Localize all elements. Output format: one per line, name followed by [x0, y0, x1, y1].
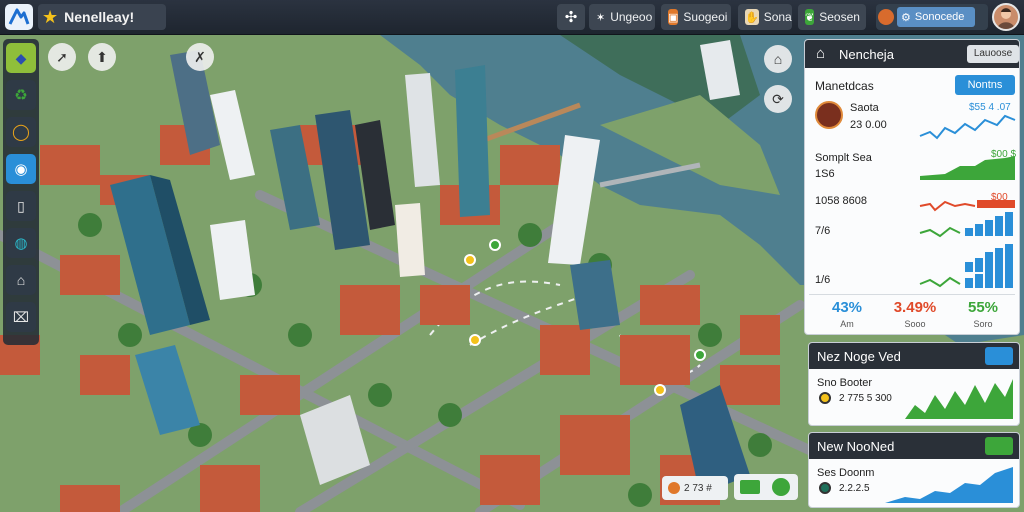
stat-sub: Am [840, 319, 854, 329]
card-pill[interactable] [985, 437, 1013, 455]
stat-sub: Soro [973, 319, 993, 329]
fire-icon [668, 482, 680, 494]
bottom-status-chip[interactable]: 2 73 # [662, 476, 728, 500]
tool-bulldoze[interactable]: ⌧ [6, 302, 36, 332]
zoom-button[interactable]: ⌂ [764, 45, 792, 73]
tool-globe[interactable]: ◉ [6, 154, 36, 184]
compass-icon: ➚ [56, 48, 68, 65]
city-title[interactable]: ★ Nenelleay! [38, 4, 166, 30]
sparkline-area [920, 156, 1015, 180]
stat-sub: Sooo [904, 319, 926, 329]
gear-icon: ⚙ [901, 11, 911, 24]
account-label: Sonocede [914, 11, 965, 23]
crossroads-icon: ✣ [564, 9, 578, 26]
sona-button[interactable]: ✋ Sona [738, 4, 792, 30]
bottom-action-chip[interactable] [734, 474, 798, 500]
tool-water[interactable]: ◍ [6, 228, 36, 258]
water-icon: ◍ [14, 235, 28, 252]
panel-sparklines [919, 114, 1016, 288]
stat-value: 43% [831, 299, 863, 316]
tool-recycle[interactable]: ♻ [6, 80, 36, 110]
zone-icon: ◆ [15, 49, 27, 66]
ring-icon: ◯ [12, 124, 30, 141]
tool-ring[interactable]: ◯ [6, 117, 36, 147]
sona-label: Sona [763, 10, 792, 24]
account-box[interactable]: ⚙ Sonocede [897, 7, 975, 27]
north-button[interactable]: ⬆ [88, 43, 116, 71]
card-title: Nez Noge Ved [817, 349, 901, 364]
tools-button[interactable]: ✗ [186, 43, 214, 71]
account-widget[interactable]: ⚙ Sonocede [876, 4, 988, 30]
wrench-icon: ✗ [194, 48, 206, 65]
location-icon: ⌂ [773, 51, 783, 67]
seosen-button[interactable]: ❦ Seosen [798, 4, 866, 30]
tool-document[interactable]: ▯ [6, 191, 36, 221]
coin-icon [878, 9, 894, 25]
card-value: 2 775 5 300 [839, 393, 892, 404]
arrow-up-icon: ⬆ [96, 48, 108, 65]
bulldoze-icon: ⌧ [12, 308, 30, 325]
card-header: Nez Noge Ved [809, 343, 1019, 369]
top-bar: ★ Nenelleay! ✣ ✶ Ungeoo ▣ Suogeoi ✋ Sona… [0, 0, 1024, 35]
tool-zone[interactable]: ◆ [6, 43, 36, 73]
globe-icon: ◉ [14, 161, 28, 178]
suogeoi-button[interactable]: ▣ Suogeoi [661, 4, 731, 30]
sparkline-green-2 [919, 276, 961, 288]
stat-value: 55% [967, 299, 999, 316]
card-bar-chart [905, 379, 1013, 419]
sparkline-green-1 [919, 226, 961, 238]
stats-row: 43% Am 3.49% Sooo 55% Soro [809, 294, 1015, 333]
cash-icon [740, 480, 760, 494]
ungeoo-button[interactable]: ✶ Ungeoo [589, 4, 655, 30]
app-logo[interactable] [5, 4, 33, 30]
recycle-icon: ♻ [14, 87, 28, 104]
building-icon: ⌂ [16, 272, 26, 288]
star-icon: ★ [42, 7, 59, 27]
sun-icon [819, 392, 831, 404]
card-label: Sno Booter [817, 377, 873, 389]
info-card-2: New NooNed Ses Doonm 2.2.2.5 [808, 432, 1020, 508]
refresh-icon: ⟳ [772, 90, 784, 107]
card-area-chart [885, 467, 1013, 503]
left-toolbar: ◆ ♻ ◯ ◉ ▯ ◍ ⌂ ⌧ [3, 39, 39, 345]
card-title: New NooNed [817, 439, 895, 454]
bar-group-blue-1 [965, 212, 1013, 236]
sparkline-population [919, 114, 1016, 140]
stat-value: 3.49% [893, 299, 937, 316]
city-name: Nenelleay! [64, 9, 135, 25]
figure-icon: ✶ [596, 11, 606, 24]
rotate-button[interactable]: ➚ [48, 43, 76, 71]
suogeoi-label: Suogeoi [683, 10, 728, 24]
city-stats-panel: ⌂ Nencheja Lauoose Manetdcas Nontns Saot… [804, 39, 1020, 335]
seosen-label: Seosen [819, 10, 860, 24]
factory-icon: ▣ [668, 9, 679, 25]
ungeoo-label: Ungeoo [610, 10, 653, 24]
leaf-round-icon [772, 478, 790, 496]
info-card-1: Nez Noge Ved Sno Booter 2 775 5 300 [808, 342, 1020, 426]
refresh-button[interactable]: ⟳ [764, 85, 792, 113]
card-pill[interactable] [985, 347, 1013, 365]
avatar[interactable] [992, 3, 1020, 31]
bottom-chip-label: 2 73 # [684, 482, 712, 494]
hand-icon: ✋ [745, 9, 759, 25]
sparkline-red [919, 200, 1015, 212]
document-icon: ▯ [17, 197, 25, 214]
card-header: New NooNed [809, 433, 1019, 459]
globe-dark-icon [819, 482, 831, 494]
tool-building[interactable]: ⌂ [6, 265, 36, 295]
build-tool-button[interactable]: ✣ [557, 4, 585, 30]
leaf-icon: ❦ [805, 9, 815, 25]
card-label: Ses Doonm [817, 467, 875, 479]
card-value: 2.2.2.5 [839, 483, 870, 494]
